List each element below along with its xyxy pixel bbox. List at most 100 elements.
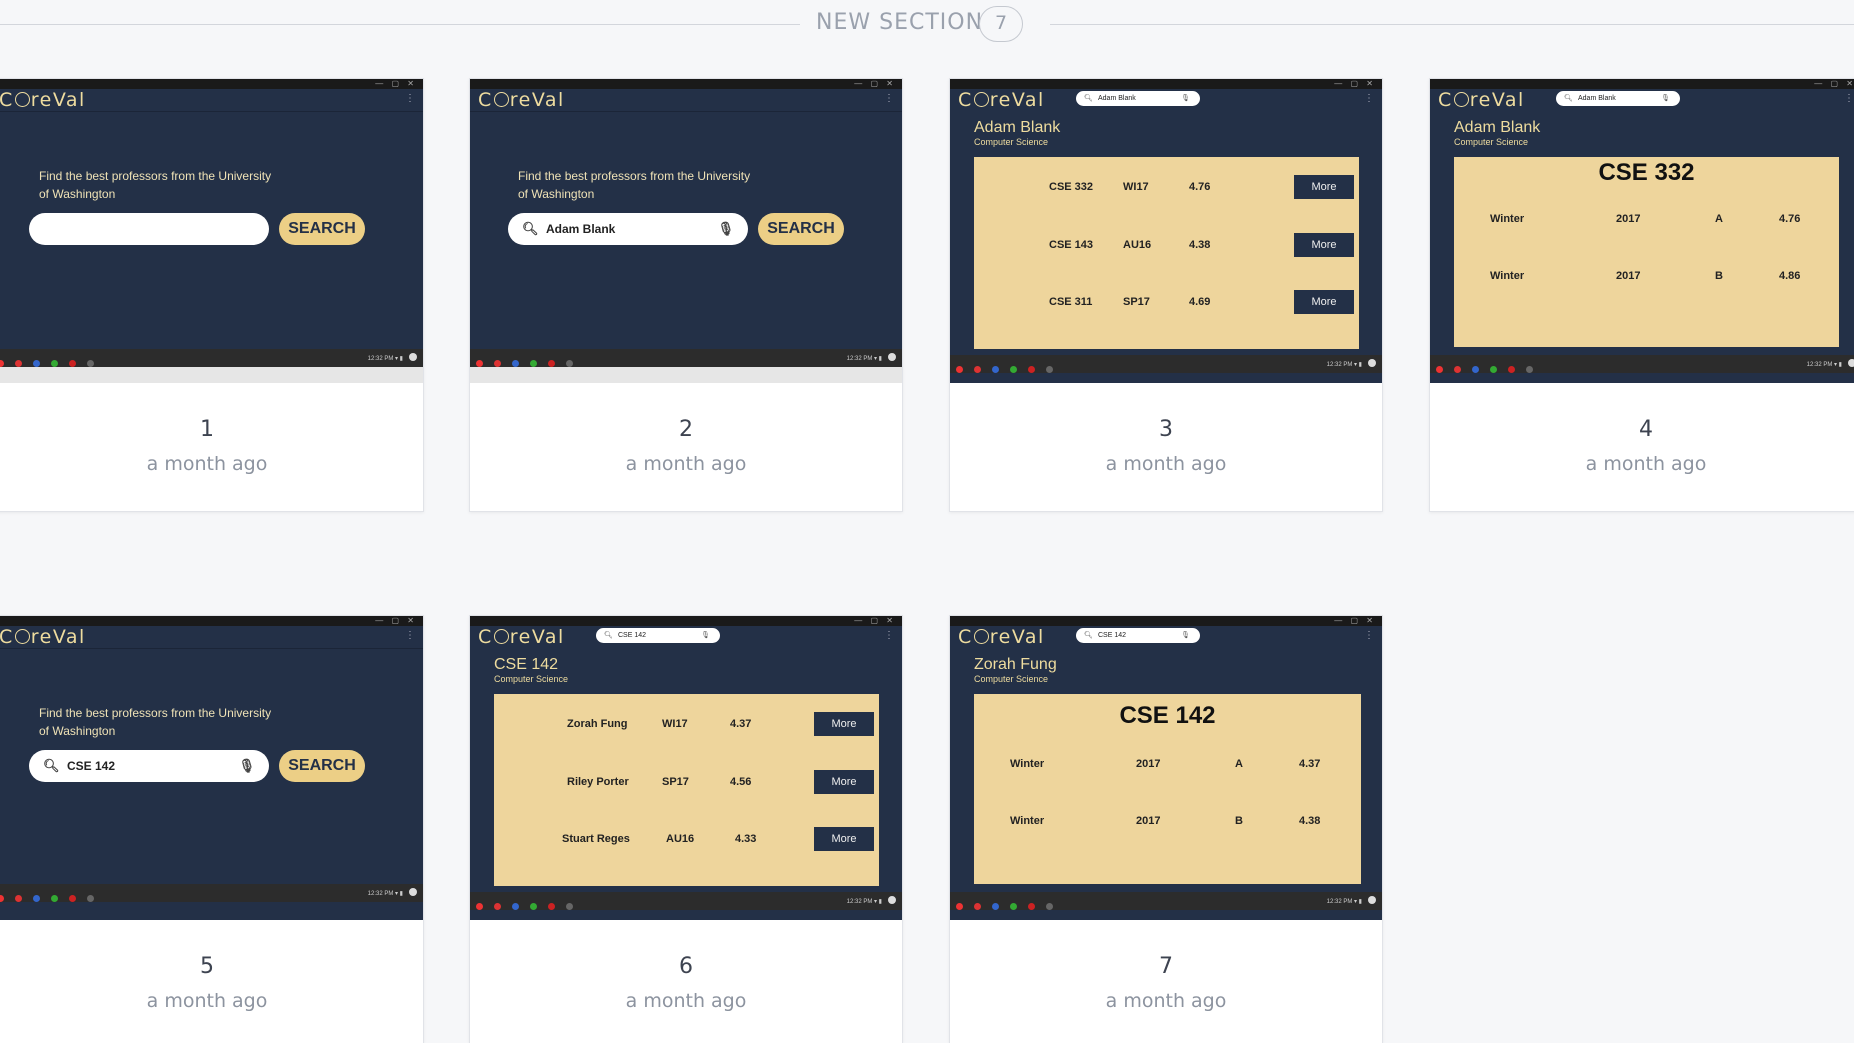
search-button: SEARCH: [758, 213, 844, 245]
results-panel: Zorah Fung WI17 4.37 More Riley Porter S…: [494, 694, 879, 886]
app-logo: CreVal: [0, 89, 86, 111]
result-row: CSE 332 WI17 4.76 More: [974, 175, 1359, 201]
kebab-menu-icon: ⋮: [1364, 630, 1374, 641]
mic-icon: 🎙︎: [1181, 95, 1190, 102]
search-icon: 🔍︎: [1084, 95, 1093, 102]
card-timestamp: a month ago: [1105, 990, 1227, 1012]
search-icon: 🔍︎: [1564, 95, 1573, 102]
department: Computer Science: [974, 137, 1049, 147]
card-timestamp: a month ago: [146, 453, 268, 475]
course-detail-panel: CSE 332 Winter 2017 A 4.76 Winter 2017 B…: [1454, 157, 1839, 347]
card-title: 5: [200, 954, 214, 979]
screen-thumbnail[interactable]: — ▢ ✕ CreVal ⋮ Find the best professors …: [470, 79, 902, 383]
card-title: 6: [679, 954, 693, 979]
window-titlebar: — ▢ ✕: [470, 79, 902, 89]
screen-thumbnail[interactable]: — ▢ ✕ CreVal 🔍︎ CSE 142 🎙︎ ⋮ CSE 142 Com…: [470, 616, 902, 920]
app-logo: CreVal: [478, 626, 565, 648]
result-row: Zorah Fung WI17 4.37 More: [494, 712, 879, 738]
card-timestamp: a month ago: [146, 990, 268, 1012]
course-title: CSE 142: [1119, 702, 1216, 729]
mic-icon: 🎙︎: [1661, 95, 1670, 102]
screen-card[interactable]: — ▢ ✕ CreVal 🔍︎ CSE 142 🎙︎ ⋮ Zorah Fung …: [949, 615, 1383, 1043]
window-titlebar: — ▢ ✕: [0, 616, 423, 626]
os-taskbar: 12:32 PM ▾ ▮: [1430, 355, 1854, 373]
kebab-menu-icon: ⋮: [1364, 93, 1374, 104]
os-taskbar: 12:32 PM ▾ ▮: [0, 884, 423, 902]
mic-icon: 🎙︎: [1181, 632, 1190, 639]
kebab-menu-icon: ⋮: [405, 93, 415, 104]
more-button: More: [1294, 233, 1354, 257]
result-row: Riley Porter SP17 4.56 More: [494, 770, 879, 796]
more-button: More: [814, 712, 874, 736]
department: Computer Science: [1454, 137, 1529, 147]
app-logo: CreVal: [0, 626, 86, 648]
window-titlebar: — ▢ ✕: [950, 616, 1382, 626]
screen-card[interactable]: — ▢ ✕ CreVal 🔍︎ Adam Blank 🎙︎ ⋮ Adam Bla…: [949, 78, 1383, 512]
screen-card[interactable]: — ▢ ✕ CreVal ⋮ Find the best professors …: [469, 78, 903, 512]
kebab-menu-icon: ⋮: [884, 630, 894, 641]
search-button: SEARCH: [279, 750, 365, 782]
os-taskbar: 12:32 PM ▾ ▮: [470, 349, 902, 367]
mic-icon: 🎙︎: [717, 221, 734, 236]
app-logo: CreVal: [478, 89, 565, 111]
os-taskbar: 12:32 PM ▾ ▮: [470, 892, 902, 910]
section-divider-left: [0, 24, 800, 25]
professor-name: Zorah Fung: [974, 656, 1057, 673]
card-timestamp: a month ago: [625, 990, 747, 1012]
tagline: Find the best professors from the Univer…: [39, 706, 272, 738]
professor-name: Adam Blank: [974, 119, 1061, 136]
section-divider-right: [1050, 24, 1854, 25]
department: Computer Science: [974, 674, 1049, 684]
search-icon: 🔍︎: [604, 632, 613, 639]
header-search-input: 🔍︎ Adam Blank 🎙︎: [1076, 91, 1200, 106]
screen-thumbnail[interactable]: — ▢ ✕ CreVal ⋮ Find the best professors …: [0, 79, 423, 383]
more-button: More: [814, 827, 874, 851]
screen-thumbnail[interactable]: — ▢ ✕ CreVal 🔍︎ Adam Blank 🎙︎ ⋮ Adam Bla…: [950, 79, 1382, 383]
search-input: 🔍︎ Adam Blank 🎙︎: [508, 213, 748, 245]
course-name: CSE 142: [494, 656, 559, 673]
result-row: CSE 143 AU16 4.38 More: [974, 233, 1359, 259]
screen-card[interactable]: — ▢ ✕ CreVal 🔍︎ Adam Blank 🎙︎ ⋮ Adam Bla…: [1429, 78, 1854, 512]
result-row: CSE 311 SP17 4.69 More: [974, 290, 1359, 316]
os-taskbar: 12:32 PM ▾ ▮: [950, 892, 1382, 910]
tagline: Find the best professors from the Univer…: [39, 169, 272, 201]
screen-thumbnail[interactable]: — ▢ ✕ CreVal 🔍︎ CSE 142 🎙︎ ⋮ Zorah Fung …: [950, 616, 1382, 920]
search-button: SEARCH: [279, 213, 365, 245]
result-row: Stuart Reges AU16 4.33 More: [494, 827, 879, 853]
search-input: [29, 213, 269, 245]
more-button: More: [814, 770, 874, 794]
results-panel: CSE 332 WI17 4.76 More CSE 143 AU16 4.38…: [974, 157, 1359, 349]
card-timestamp: a month ago: [1105, 453, 1227, 475]
screen-card[interactable]: — ▢ ✕ CreVal ⋮ Find the best professors …: [0, 78, 424, 512]
app-logo: CreVal: [958, 626, 1045, 648]
section-title[interactable]: NEW SECTION: [816, 10, 983, 35]
card-title: 1: [200, 417, 214, 442]
more-button: More: [1294, 290, 1354, 314]
os-taskbar: 12:32 PM ▾ ▮: [950, 355, 1382, 373]
window-titlebar: — ▢ ✕: [1430, 79, 1854, 89]
card-timestamp: a month ago: [1585, 453, 1707, 475]
search-icon: 🔍︎: [522, 221, 539, 236]
screen-thumbnail[interactable]: — ▢ ✕ CreVal ⋮ Find the best professors …: [0, 616, 423, 920]
window-titlebar: — ▢ ✕: [950, 79, 1382, 89]
app-logo: CreVal: [958, 89, 1045, 111]
card-timestamp: a month ago: [625, 453, 747, 475]
screen-thumbnail[interactable]: — ▢ ✕ CreVal 🔍︎ Adam Blank 🎙︎ ⋮ Adam Bla…: [1430, 79, 1854, 383]
department: Computer Science: [494, 674, 569, 684]
kebab-menu-icon: ⋮: [405, 630, 415, 641]
section-count-badge: 7: [979, 6, 1023, 42]
screen-card[interactable]: — ▢ ✕ CreVal 🔍︎ CSE 142 🎙︎ ⋮ CSE 142 Com…: [469, 615, 903, 1043]
mic-icon: 🎙︎: [238, 758, 255, 773]
window-titlebar: — ▢ ✕: [0, 79, 423, 89]
card-title: 7: [1159, 954, 1173, 979]
search-icon: 🔍︎: [1084, 632, 1093, 639]
header-search-input: 🔍︎ CSE 142 🎙︎: [1076, 628, 1200, 643]
os-taskbar: 12:32 PM ▾ ▮: [0, 349, 423, 367]
card-title: 3: [1159, 417, 1173, 442]
header-search-input: 🔍︎ Adam Blank 🎙︎: [1556, 91, 1680, 106]
window-titlebar: — ▢ ✕: [470, 616, 902, 626]
screen-card[interactable]: — ▢ ✕ CreVal ⋮ Find the best professors …: [0, 615, 424, 1043]
tagline: Find the best professors from the Univer…: [518, 169, 751, 201]
card-title: 2: [679, 417, 693, 442]
search-icon: 🔍︎: [43, 758, 60, 773]
